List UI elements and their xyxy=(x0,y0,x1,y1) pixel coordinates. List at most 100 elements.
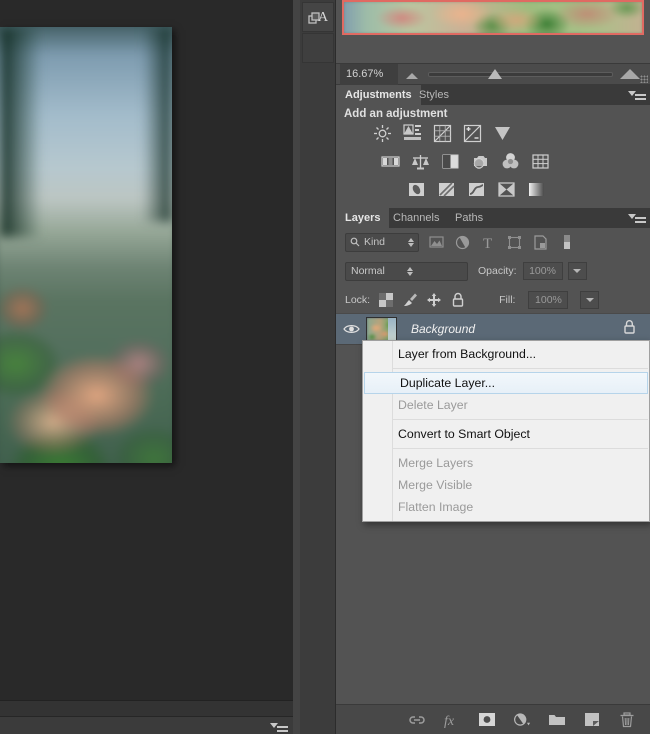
tab-adjustments[interactable]: Adjustments xyxy=(336,85,421,105)
collapsed-panel-dock: A xyxy=(300,0,336,734)
lock-label: Lock: xyxy=(345,293,371,306)
adjustment-row-1 xyxy=(372,123,551,144)
threshold-icon[interactable] xyxy=(466,179,487,200)
vibrance-icon[interactable] xyxy=(492,123,513,144)
tab-styles[interactable]: Styles xyxy=(410,85,458,105)
shape-filter-icon[interactable] xyxy=(506,234,523,251)
chevron-updown-icon[interactable] xyxy=(406,266,463,276)
search-icon xyxy=(350,237,360,247)
layer-thumbnail[interactable] xyxy=(366,316,397,342)
new-layer-icon[interactable] xyxy=(583,711,601,729)
delete-layer-icon[interactable] xyxy=(618,711,636,729)
image-canvas[interactable] xyxy=(0,27,172,463)
photo-filter-icon[interactable] xyxy=(470,151,491,172)
layer-filter-kind-label: Kind xyxy=(364,236,386,248)
invert-icon[interactable] xyxy=(406,179,427,200)
lock-image-icon[interactable] xyxy=(401,291,418,308)
opacity-label: Opacity: xyxy=(478,265,517,277)
hue-saturation-icon[interactable] xyxy=(380,151,401,172)
lock-all-icon[interactable] xyxy=(449,291,466,308)
resize-grip-icon[interactable] xyxy=(640,75,648,83)
selective-color-icon[interactable] xyxy=(496,179,517,200)
adjustment-row-2 xyxy=(380,151,551,172)
lock-row: Lock: Fill: 100% xyxy=(336,286,650,313)
layer-filter-row: Kind T xyxy=(336,228,650,256)
menu-separator xyxy=(392,448,648,449)
opacity-dropdown-icon[interactable] xyxy=(567,262,587,280)
zoom-slider-track[interactable] xyxy=(428,72,613,77)
fill-dropdown-icon[interactable] xyxy=(580,290,600,309)
tab-channels[interactable]: Channels xyxy=(384,208,448,228)
menu-item-layer-from-background[interactable]: Layer from Background... xyxy=(363,343,649,365)
zoom-slider-thumb[interactable] xyxy=(488,69,502,79)
exposure-icon[interactable] xyxy=(462,123,483,144)
curves-icon[interactable] xyxy=(432,123,453,144)
navigator-thumbnail[interactable] xyxy=(342,0,644,35)
color-lookup-icon[interactable] xyxy=(530,151,551,172)
filter-toggle-icon[interactable] xyxy=(558,234,575,251)
black-white-icon[interactable] xyxy=(440,151,461,172)
svg-text:T: T xyxy=(483,236,492,250)
menu-item-duplicate-layer[interactable]: Duplicate Layer... xyxy=(364,372,648,394)
layers-panel-menu-icon[interactable] xyxy=(628,212,646,224)
menu-item-merge-visible: Merge Visible xyxy=(398,478,473,492)
fill-input[interactable]: 100% xyxy=(528,290,569,309)
svg-text:A: A xyxy=(318,10,328,25)
adjustments-panel-menu-icon[interactable] xyxy=(628,89,646,101)
adjustments-panel: Adjustments Styles Add an adjustment xyxy=(336,85,650,208)
channel-mixer-icon[interactable] xyxy=(500,151,521,172)
gradient-map-icon[interactable] xyxy=(526,179,547,200)
blend-mode-select[interactable]: Normal xyxy=(345,261,468,281)
status-panel-menu-icon[interactable] xyxy=(270,721,288,733)
layer-name-label[interactable]: Background xyxy=(397,322,623,336)
menu-item-merge-layers: Merge Layers xyxy=(398,456,474,470)
adjustment-icon-grid xyxy=(372,123,551,207)
character-panel-icon[interactable]: A xyxy=(302,2,334,32)
zoom-out-icon[interactable] xyxy=(406,73,418,79)
color-balance-icon[interactable] xyxy=(410,151,431,172)
photoshop-window: A 16.67% Adjustments Styles Add an adjus… xyxy=(0,0,650,734)
navigator-preview-image xyxy=(342,0,644,35)
menu-separator xyxy=(392,368,648,369)
lock-position-icon[interactable] xyxy=(425,291,442,308)
zoom-level-field[interactable]: 16.67% xyxy=(340,64,398,85)
document-horizontal-scrollbar[interactable] xyxy=(0,700,293,716)
link-layers-icon[interactable] xyxy=(408,711,426,729)
tab-paths[interactable]: Paths xyxy=(446,208,492,228)
zoom-in-icon[interactable] xyxy=(620,69,640,79)
navigator-zoom-bar: 16.67% xyxy=(336,63,650,85)
document-status-bar xyxy=(0,716,293,734)
canvas-photo-shade-left xyxy=(0,27,42,237)
panel-divider[interactable] xyxy=(293,0,300,734)
menu-item-delete-layer: Delete Layer xyxy=(398,398,468,412)
dock-secondary-button[interactable] xyxy=(302,33,334,63)
blend-mode-row: Normal Opacity: 100% xyxy=(336,258,650,284)
document-area xyxy=(0,0,293,734)
navigator-toolbar xyxy=(336,35,650,57)
lock-transparency-icon[interactable] xyxy=(377,291,394,308)
layer-mask-icon[interactable] xyxy=(478,711,496,729)
layers-tabbar: Layers Channels Paths xyxy=(336,208,650,228)
lock-icon[interactable] xyxy=(623,319,650,340)
tab-layers[interactable]: Layers xyxy=(336,208,390,228)
new-fill-adjustment-icon[interactable] xyxy=(513,711,531,729)
new-group-icon[interactable] xyxy=(548,711,566,729)
levels-icon[interactable] xyxy=(402,123,423,144)
blend-mode-value: Normal xyxy=(351,265,385,277)
posterize-icon[interactable] xyxy=(436,179,457,200)
type-filter-icon[interactable]: T xyxy=(480,234,497,251)
canvas-photo-shade-right xyxy=(142,27,172,222)
layer-filter-kind-select[interactable]: Kind xyxy=(345,232,419,252)
layer-style-fx-icon[interactable]: fx xyxy=(443,711,461,729)
menu-item-convert-to-smart-object[interactable]: Convert to Smart Object xyxy=(363,423,649,445)
brightness-contrast-icon[interactable] xyxy=(372,123,393,144)
fill-label: Fill: xyxy=(499,293,516,306)
eye-icon[interactable] xyxy=(336,323,366,335)
pixel-filter-icon[interactable] xyxy=(428,234,445,251)
smart-object-filter-icon[interactable] xyxy=(532,234,549,251)
opacity-input[interactable]: 100% xyxy=(522,262,563,280)
adjustments-tabbar: Adjustments Styles xyxy=(336,85,650,105)
adjustment-filter-icon[interactable] xyxy=(454,234,471,251)
svg-text:fx: fx xyxy=(444,714,455,728)
chevron-updown-icon[interactable] xyxy=(408,237,414,247)
